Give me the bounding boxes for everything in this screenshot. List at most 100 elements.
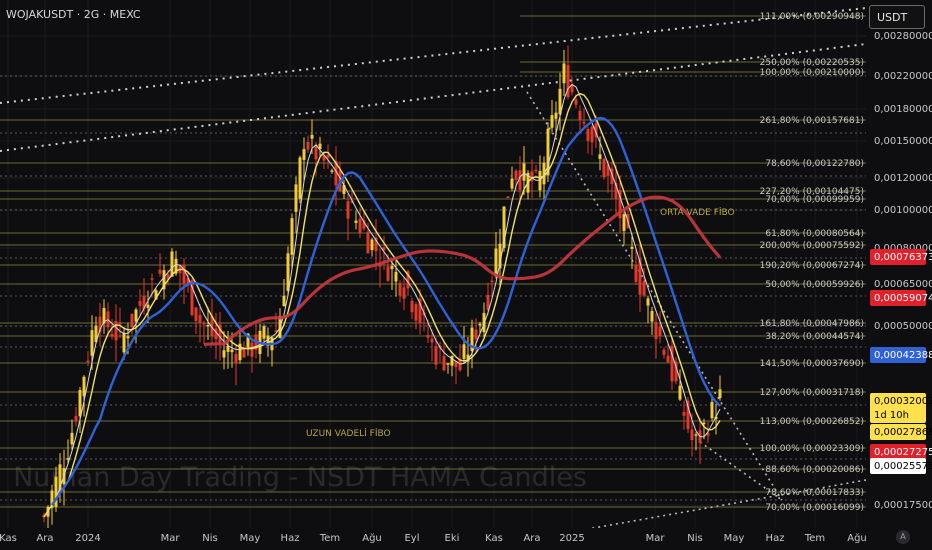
y-tick-label: 0,00280000	[874, 31, 932, 42]
candle-body	[562, 63, 566, 84]
trendline-upper	[0, 7, 867, 104]
candle-body	[450, 355, 454, 366]
candle-body	[262, 326, 266, 339]
candle-body	[426, 334, 430, 338]
candle-body	[494, 248, 498, 277]
fib-label: 250,00% (0,00220535)	[760, 58, 864, 68]
price-tag-label: 0,00032002	[874, 396, 932, 407]
price-tag-label: 0,00059074	[874, 293, 932, 304]
candle-body	[110, 333, 114, 337]
candle-body	[682, 412, 686, 416]
price-tag-label: 0,00025575	[874, 461, 932, 472]
candle-body	[550, 115, 554, 128]
fib-label: 100,00% (0,00023309)	[760, 444, 864, 454]
price-tag-label: 0,00027868	[874, 427, 932, 438]
candle-body	[678, 385, 682, 400]
candle-body	[130, 313, 134, 328]
candle-body	[506, 196, 510, 198]
candle-body	[710, 401, 714, 419]
fib-label: 61,80% (0,00080564)	[765, 229, 864, 239]
x-tick-label: Kas	[485, 533, 503, 544]
price-chart[interactable]: Numan Day Trading - NSDT HAMA Candles 11…	[0, 0, 932, 550]
candle-body	[534, 169, 538, 172]
candle-body	[222, 350, 226, 358]
candle-body	[134, 309, 138, 322]
candle-body	[202, 323, 206, 325]
candle-body	[302, 149, 306, 160]
y-tick-label: 0,00100000	[874, 205, 932, 216]
symbol-title: WOJAKUSDT · 2G · MEXC	[6, 8, 141, 21]
candle-body	[690, 429, 694, 440]
candle-body	[402, 287, 406, 299]
candle-body	[622, 214, 626, 231]
candle-body	[462, 344, 466, 359]
candle-body	[74, 415, 78, 422]
trendline-lower	[0, 43, 867, 152]
fib-label: 111,00% (0,00290948)	[760, 12, 864, 22]
candle-body	[366, 231, 370, 254]
annotation-long: UZUN VADELİ FİBO	[306, 428, 391, 439]
axis-bg	[0, 528, 932, 550]
candle-body	[630, 246, 634, 249]
y-tick-label: 0,00220000	[874, 71, 932, 82]
y-tick-label: 0,00065000	[874, 279, 932, 290]
candle-body	[414, 304, 418, 321]
fib-label: 70,00% (0,00016099)	[765, 503, 864, 513]
candle-body	[598, 154, 602, 159]
candle-body	[390, 265, 394, 270]
candle-body	[430, 338, 434, 343]
x-tick-label: Haz	[281, 533, 300, 544]
candle-body	[522, 163, 526, 181]
tradingview-logo[interactable]: A	[896, 530, 910, 544]
y-tick-label: 0,00050000	[874, 321, 932, 332]
x-tick-label: Ağu	[362, 532, 382, 544]
x-tick-label: May	[724, 533, 745, 544]
candle-body	[122, 333, 126, 353]
fib-label: 141,50% (0,00037690)	[760, 359, 864, 369]
candle-body	[194, 307, 198, 322]
fibonacci-levels	[0, 15, 866, 508]
time-axis: Kas Ara 2024 Mar Nis May Haz Tem Ağu Eyl Eki Kas Ara…	[0, 528, 932, 550]
candle-body	[554, 112, 558, 119]
currency-selector[interactable]: USDT	[869, 5, 925, 29]
candle-body	[386, 266, 390, 281]
x-tick-label: Kas	[0, 533, 17, 544]
candle-body	[446, 363, 450, 365]
candle-body	[250, 342, 254, 357]
x-tick-label: Eki	[445, 533, 460, 544]
candle-body	[298, 157, 302, 199]
candle-body	[146, 304, 150, 308]
candle-body	[654, 322, 658, 340]
x-tick-label: Nis	[687, 533, 702, 544]
candle-body	[282, 295, 286, 307]
fib-label: 88,60% (0,00020086)	[765, 465, 864, 475]
candle-body	[354, 220, 358, 223]
candle-body	[346, 201, 350, 219]
candle-body	[578, 110, 582, 121]
candle-body	[590, 126, 594, 143]
fib-label: 261,80% (0,00157681)	[760, 116, 864, 126]
candle-body	[230, 349, 234, 353]
x-tick-label: Haz	[766, 533, 785, 544]
x-tick-label: Eyl	[404, 533, 419, 544]
x-tick-label: Nis	[202, 533, 217, 544]
price-tag-label: 0,00042388	[874, 350, 932, 361]
candle-body	[198, 314, 202, 323]
candle-body	[306, 141, 310, 150]
candle-body	[138, 300, 142, 306]
candle-body	[290, 218, 294, 255]
candle-body	[490, 280, 494, 283]
x-tick-label: Mar	[161, 533, 181, 544]
x-tick-label: 2024	[75, 533, 100, 544]
candle-body	[582, 121, 586, 124]
candle-body	[658, 326, 662, 336]
candle-body	[86, 360, 90, 363]
candle-body	[478, 323, 482, 326]
fib-label: 113,00% (0,00026852)	[760, 417, 864, 427]
candle-body	[642, 281, 646, 296]
candle-body	[666, 355, 670, 363]
candle-body	[150, 278, 154, 280]
price-tag-label: 0,00076373	[874, 252, 932, 263]
x-tick-label: Tem	[319, 533, 340, 544]
price-tag-label: 0,00027275	[874, 447, 932, 458]
